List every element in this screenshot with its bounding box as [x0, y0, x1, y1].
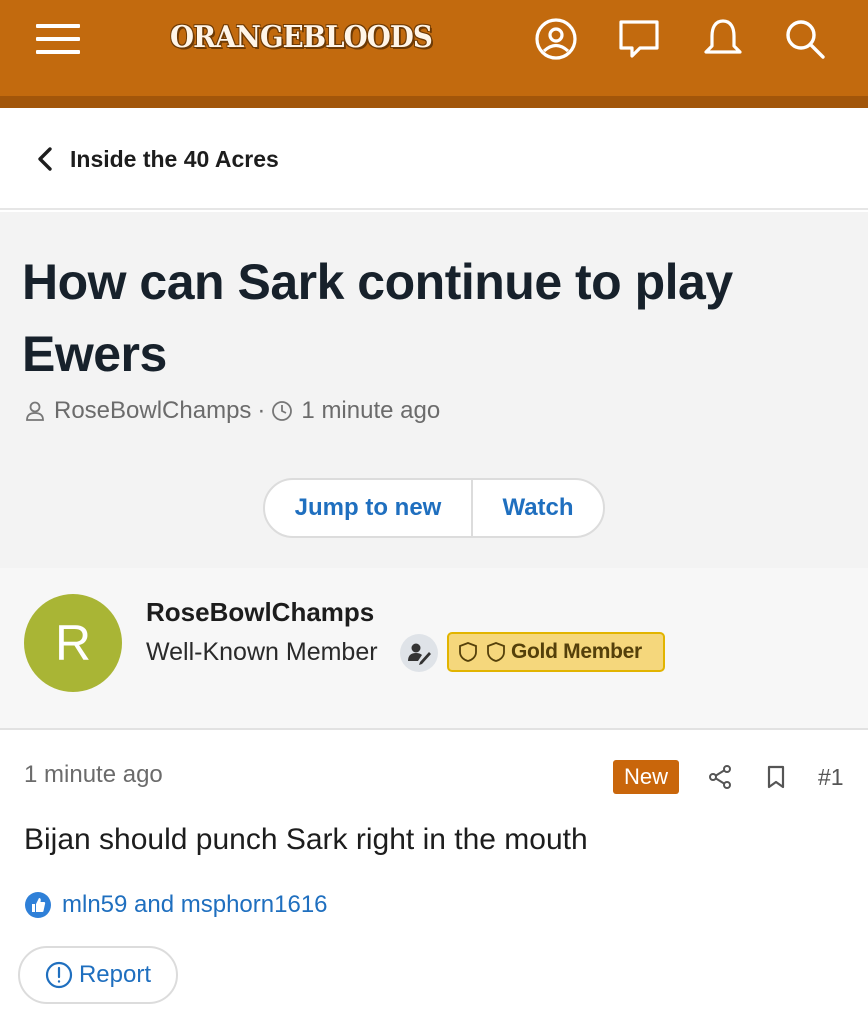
site-header: ORANGEBLOODS [0, 0, 868, 100]
new-badge: New [613, 760, 679, 794]
shield-icon [487, 642, 505, 662]
post-body: Bijan should punch Sark right in the mou… [24, 823, 588, 856]
reactions-bar: mln59 and msphorn1616 [24, 888, 328, 922]
breadcrumb[interactable]: Inside the 40 Acres [0, 108, 868, 210]
thread-time[interactable]: 1 minute ago [301, 396, 440, 426]
reaction-users[interactable]: mln59 and msphorn1616 [62, 888, 328, 922]
thread-meta: RoseBowlChamps · 1 minute ago [24, 396, 440, 426]
gold-member-badge: Gold Member [447, 632, 665, 672]
post-author: R RoseBowlChamps Well-Known Member Gold … [0, 568, 868, 730]
share-icon[interactable] [706, 763, 734, 791]
report-button[interactable]: Report [18, 946, 178, 1004]
author-name[interactable]: RoseBowlChamps [146, 596, 374, 628]
user-edit-icon [400, 634, 438, 672]
thread-header: How can Sark continue to play Ewers Rose… [0, 212, 868, 568]
page-title: How can Sark continue to play Ewers [22, 254, 733, 382]
thread-actions: Jump to new Watch [263, 478, 605, 538]
like-icon [25, 892, 51, 918]
chevron-left-icon [38, 147, 52, 171]
clock-icon [272, 401, 293, 421]
avatar[interactable]: R [24, 594, 122, 692]
search-icon[interactable] [782, 16, 828, 62]
report-label: Report [78, 961, 152, 988]
header-shadow [0, 96, 868, 108]
thread-author[interactable]: RoseBowlChamps [54, 396, 251, 426]
meta-separator: · [257, 397, 266, 424]
user-title: Well-Known Member [146, 638, 378, 666]
user-icon [26, 401, 44, 421]
alerts-icon[interactable] [700, 16, 746, 62]
menu-icon[interactable] [36, 22, 80, 56]
post-number[interactable]: #1 [818, 762, 844, 792]
account-icon[interactable] [533, 16, 579, 62]
alert-circle-icon [45, 961, 73, 989]
site-logo[interactable]: ORANGEBLOODS [170, 18, 433, 58]
watch-button[interactable]: Watch [473, 480, 603, 536]
shield-icon [459, 642, 477, 662]
breadcrumb-label[interactable]: Inside the 40 Acres [70, 144, 279, 174]
messages-icon[interactable] [616, 16, 662, 62]
bookmark-icon[interactable] [762, 763, 790, 791]
badge-label: Gold Member [511, 640, 642, 663]
jump-to-new-button[interactable]: Jump to new [265, 480, 473, 536]
post-time[interactable]: 1 minute ago [24, 760, 163, 790]
